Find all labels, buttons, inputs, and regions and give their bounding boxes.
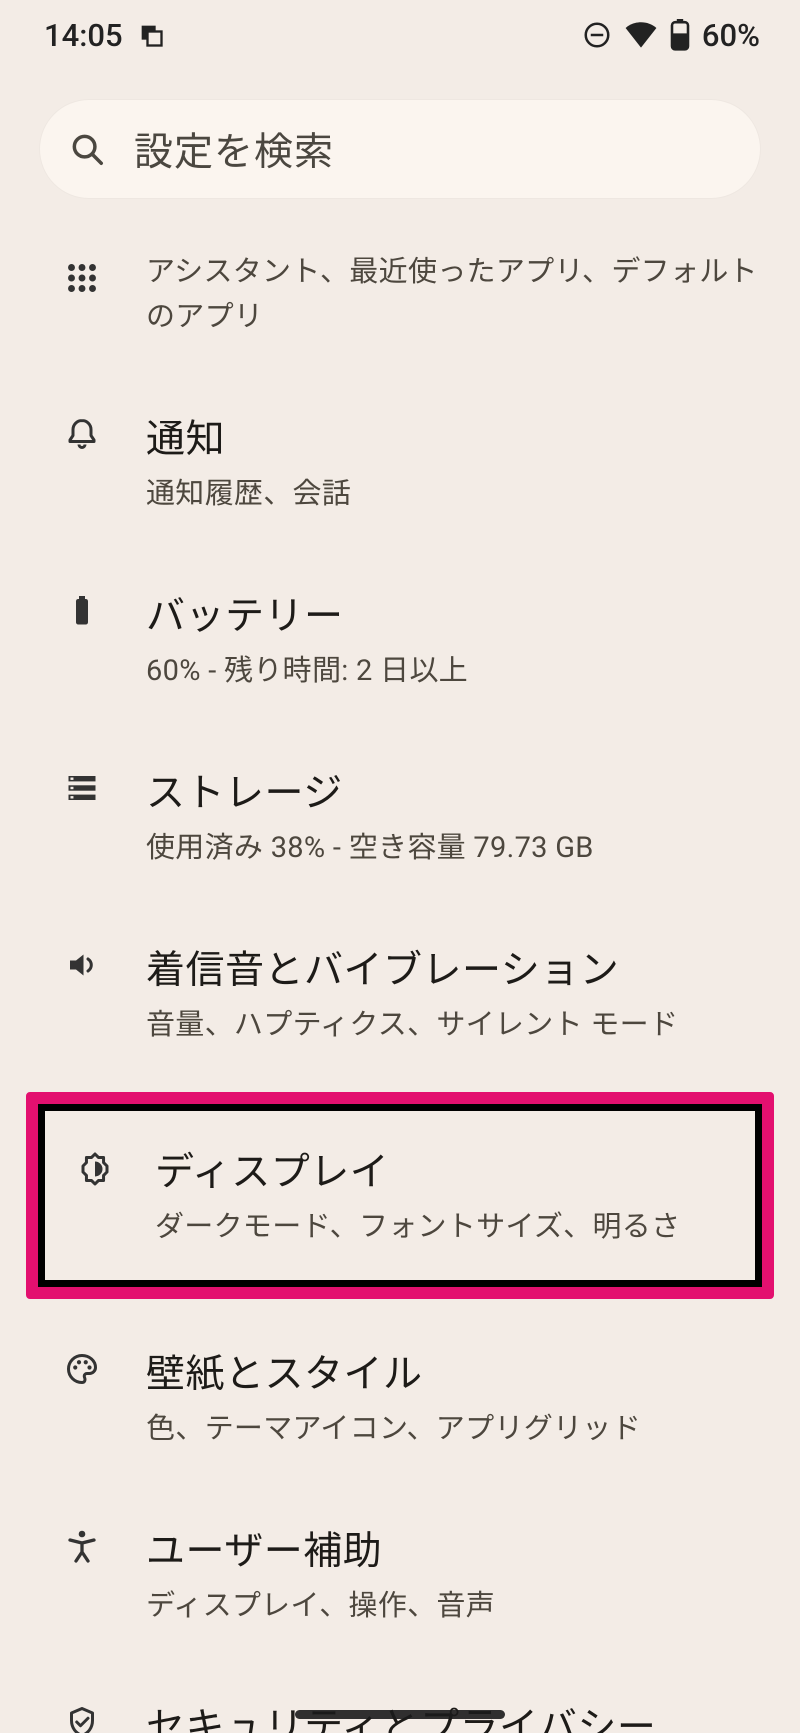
item-title: バッテリー xyxy=(146,585,760,641)
bell-icon xyxy=(58,416,106,452)
search-icon xyxy=(68,130,106,168)
settings-item-accessibility[interactable]: ユーザー補助ディスプレイ、操作、音声 xyxy=(0,1486,800,1663)
do-not-disturb-icon xyxy=(582,20,612,50)
settings-list: アシスタント、最近使ったアプリ、デフォルトのアプリ通知通知履歴、会話バッテリー 6… xyxy=(0,216,800,1733)
nav-handle[interactable] xyxy=(295,1710,505,1719)
item-subtitle: 60% - 残り時間: 2 日以上 xyxy=(146,649,760,694)
item-title: ディスプレイ xyxy=(155,1141,727,1197)
item-subtitle: 使用済み 38% - 空き容量 79.73 GB xyxy=(146,826,760,871)
settings-search[interactable]: 設定を検索 xyxy=(40,100,760,198)
battery-percent: 60% xyxy=(702,17,760,54)
item-subtitle: ダークモード、フォントサイズ、明るさ xyxy=(155,1205,727,1250)
apps-icon xyxy=(58,260,106,296)
clock: 14:05 xyxy=(44,17,123,54)
item-title: 着信音とバイブレーション xyxy=(146,939,760,995)
item-title: ユーザー補助 xyxy=(146,1520,760,1576)
item-subtitle: ディスプレイ、操作、音声 xyxy=(146,1584,760,1629)
shield-icon xyxy=(58,1704,106,1733)
battery-icon xyxy=(670,19,690,51)
item-subtitle: 音量、ハプティクス、サイレント モード xyxy=(146,1003,760,1048)
palette-icon xyxy=(58,1351,106,1387)
settings-item-security[interactable]: セキュリティとプライバシーアプリのセキュリティ、デバイスのロック、権限 xyxy=(0,1662,800,1733)
item-subtitle: アシスタント、最近使ったアプリ、デフォルトのアプリ xyxy=(146,250,760,340)
highlight-frame: ディスプレイダークモード、フォントサイズ、明るさ xyxy=(26,1092,774,1299)
item-title: 壁紙とスタイル xyxy=(146,1343,760,1399)
wifi-icon xyxy=(624,21,658,49)
settings-item-wallpaper[interactable]: 壁紙とスタイル色、テーマアイコン、アプリグリッド xyxy=(0,1309,800,1486)
item-title: ストレージ xyxy=(146,762,760,818)
settings-item-notifications[interactable]: 通知通知履歴、会話 xyxy=(0,374,800,551)
accessibility-icon xyxy=(58,1528,106,1564)
item-title: 通知 xyxy=(146,408,760,464)
search-placeholder: 設定を検索 xyxy=(134,121,334,177)
battery-icon xyxy=(58,593,106,629)
status-right: 60% xyxy=(582,17,760,54)
overlap-windows-icon xyxy=(137,21,165,49)
status-left: 14:05 xyxy=(44,17,165,54)
settings-item-sound[interactable]: 着信音とバイブレーション音量、ハプティクス、サイレント モード xyxy=(0,905,800,1082)
settings-item-storage[interactable]: ストレージ使用済み 38% - 空き容量 79.73 GB xyxy=(0,728,800,905)
settings-item-battery[interactable]: バッテリー 60% - 残り時間: 2 日以上 xyxy=(0,551,800,728)
item-subtitle: 色、テーマアイコン、アプリグリッド xyxy=(146,1407,760,1452)
item-subtitle: 通知履歴、会話 xyxy=(146,472,760,517)
settings-item-apps[interactable]: アシスタント、最近使ったアプリ、デフォルトのアプリ xyxy=(0,216,800,374)
settings-item-display[interactable]: ディスプレイダークモード、フォントサイズ、明るさ xyxy=(38,1104,762,1287)
status-bar: 14:05 60% xyxy=(0,0,800,70)
brightness-icon xyxy=(71,1151,119,1187)
sound-icon xyxy=(58,947,106,983)
storage-icon xyxy=(58,770,106,806)
